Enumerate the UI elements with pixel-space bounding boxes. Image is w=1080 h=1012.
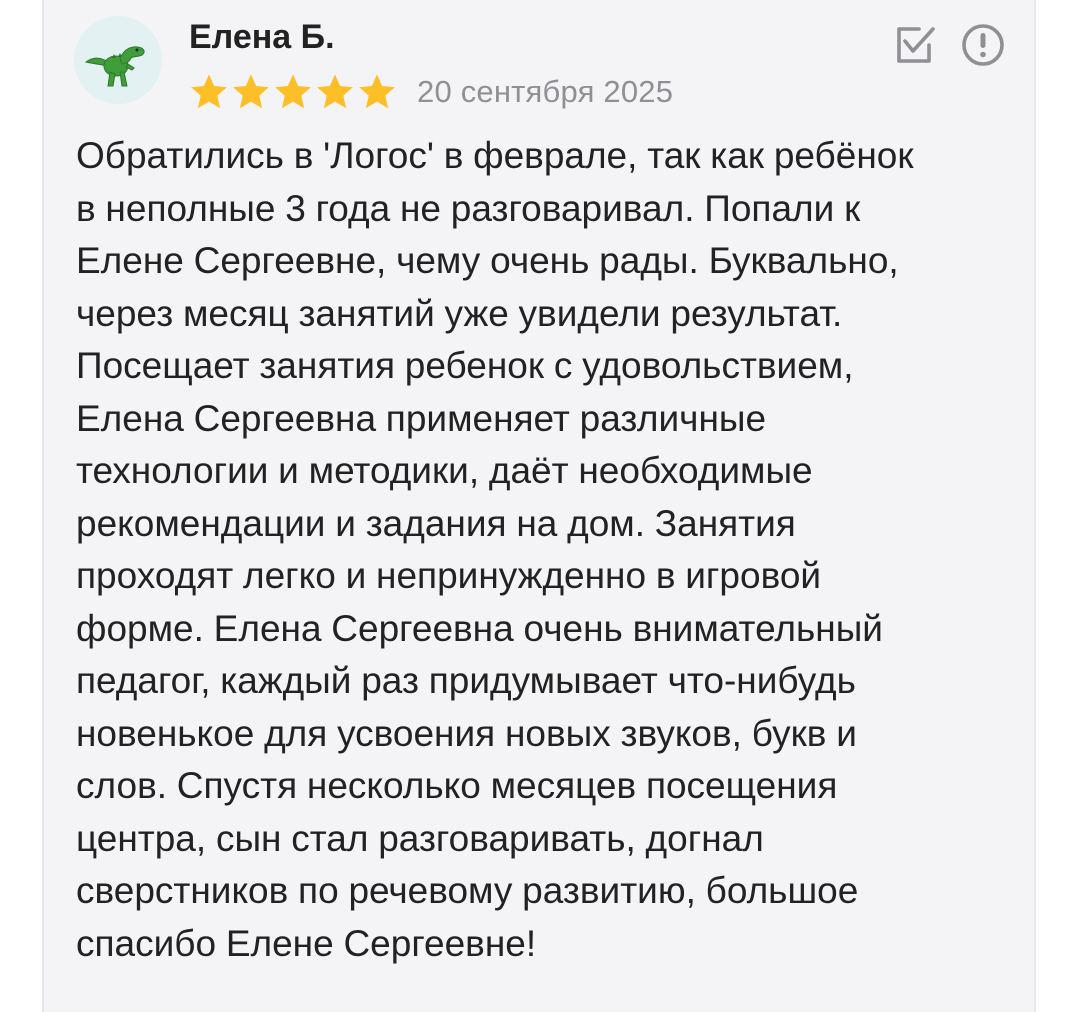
review-text-line: слов. Спустя несколько месяцев посещения [76,765,838,806]
review-text-line: форме. Елена Сергеевна очень внимательны… [76,607,883,649]
star-icon [273,73,313,111]
star-icon [315,73,355,111]
check-square-icon[interactable] [892,22,938,68]
review-text-line: сверстников по речевому развитию, большо… [76,870,859,911]
review-text-line: Елена Сергеевна применяет различные [76,397,767,439]
star-icon [189,73,229,111]
review-text-line: центра, сын стал разговаривать, догнал [76,817,764,859]
review-text-line: в неполные 3 года не разговаривал. Попал… [76,187,861,229]
review-text-line: Обратились в 'Логос' в феврале, так как … [76,135,914,176]
review-card: Елена Б. 20 сентября 2025 Обратились в '… [42,0,1036,1012]
review-text-line: технологии и методики, даёт необходимые [76,450,813,491]
review-text-line: рекомендации и задания на дом. Занятия [76,502,796,544]
review-text-line: новенькое для усвоения новых звуков, бук… [76,712,857,754]
author-name[interactable]: Елена Б. [189,18,335,57]
star-icon [357,73,397,111]
dinosaur-icon [84,46,145,87]
review-text-line: Посещает занятия ребенок с удовольствием… [76,345,854,386]
star-icon [231,73,271,111]
review-date: 20 сентября 2025 [417,74,674,109]
review-text: Обратились в 'Логос' в феврале, так как … [76,130,1006,970]
star-rating [189,73,397,111]
review-text-line: Елене Сергеевне, чему очень рады. Буквал… [76,240,899,281]
review-text-line: спасибо Елене Сергеевне! [76,922,537,964]
review-actions [892,22,1006,68]
review-text-line: через месяц занятий уже увидели результа… [76,292,843,334]
rating-row: 20 сентября 2025 [189,73,674,111]
avatar[interactable] [74,16,162,104]
review-text-line: педагог, каждый раз придумывает что-нибу… [76,660,856,701]
exclamation-circle-icon[interactable] [960,22,1006,68]
review-text-line: проходят легко и непринужденно в игровой [76,555,822,596]
